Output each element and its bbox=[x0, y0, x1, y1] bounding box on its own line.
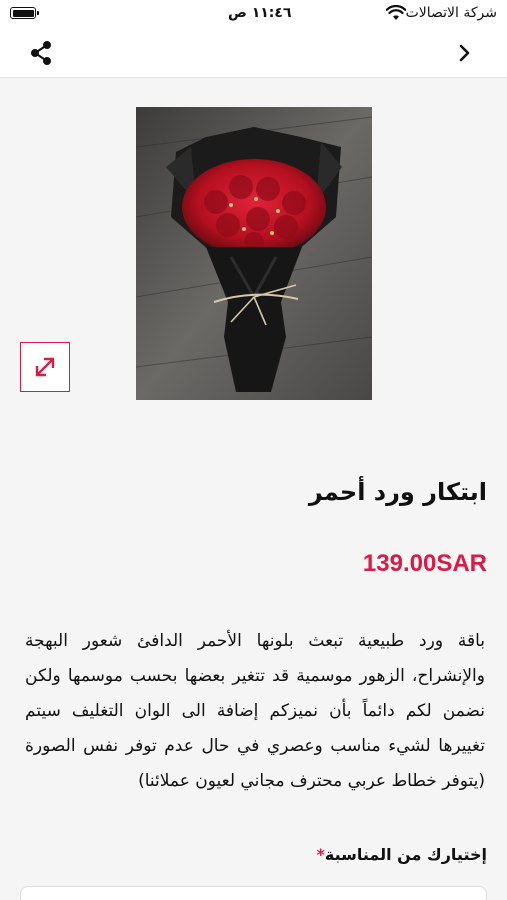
chevron-right-icon bbox=[459, 44, 470, 62]
product-title: ابتكار ورد أحمر bbox=[308, 478, 487, 506]
nav-bar bbox=[0, 28, 507, 78]
share-button[interactable] bbox=[26, 38, 56, 68]
product-description: باقة ورد طبيعية تبعث بلونها الأحمر الداف… bbox=[25, 631, 485, 791]
expand-icon bbox=[35, 357, 55, 377]
wifi-icon bbox=[386, 5, 406, 20]
occasion-label-text: إختيارك من المناسبة bbox=[324, 845, 487, 864]
required-mark: * bbox=[316, 845, 325, 864]
back-button[interactable] bbox=[452, 41, 476, 65]
occasion-select[interactable] bbox=[20, 886, 487, 900]
share-icon bbox=[31, 41, 51, 65]
battery-icon bbox=[10, 7, 39, 19]
occasion-label: إختيارك من المناسبة* bbox=[310, 845, 487, 864]
carrier-name: شركة الاتصالات bbox=[405, 5, 497, 21]
status-bar: ١١:٤٦ ص شركة الاتصالات bbox=[0, 0, 507, 28]
expand-image-button[interactable] bbox=[20, 342, 70, 392]
product-price: 139.00SAR bbox=[362, 550, 487, 577]
bouquet-photo bbox=[136, 107, 372, 400]
product-image[interactable] bbox=[136, 107, 372, 400]
status-time: ١١:٤٦ ص bbox=[228, 5, 292, 21]
